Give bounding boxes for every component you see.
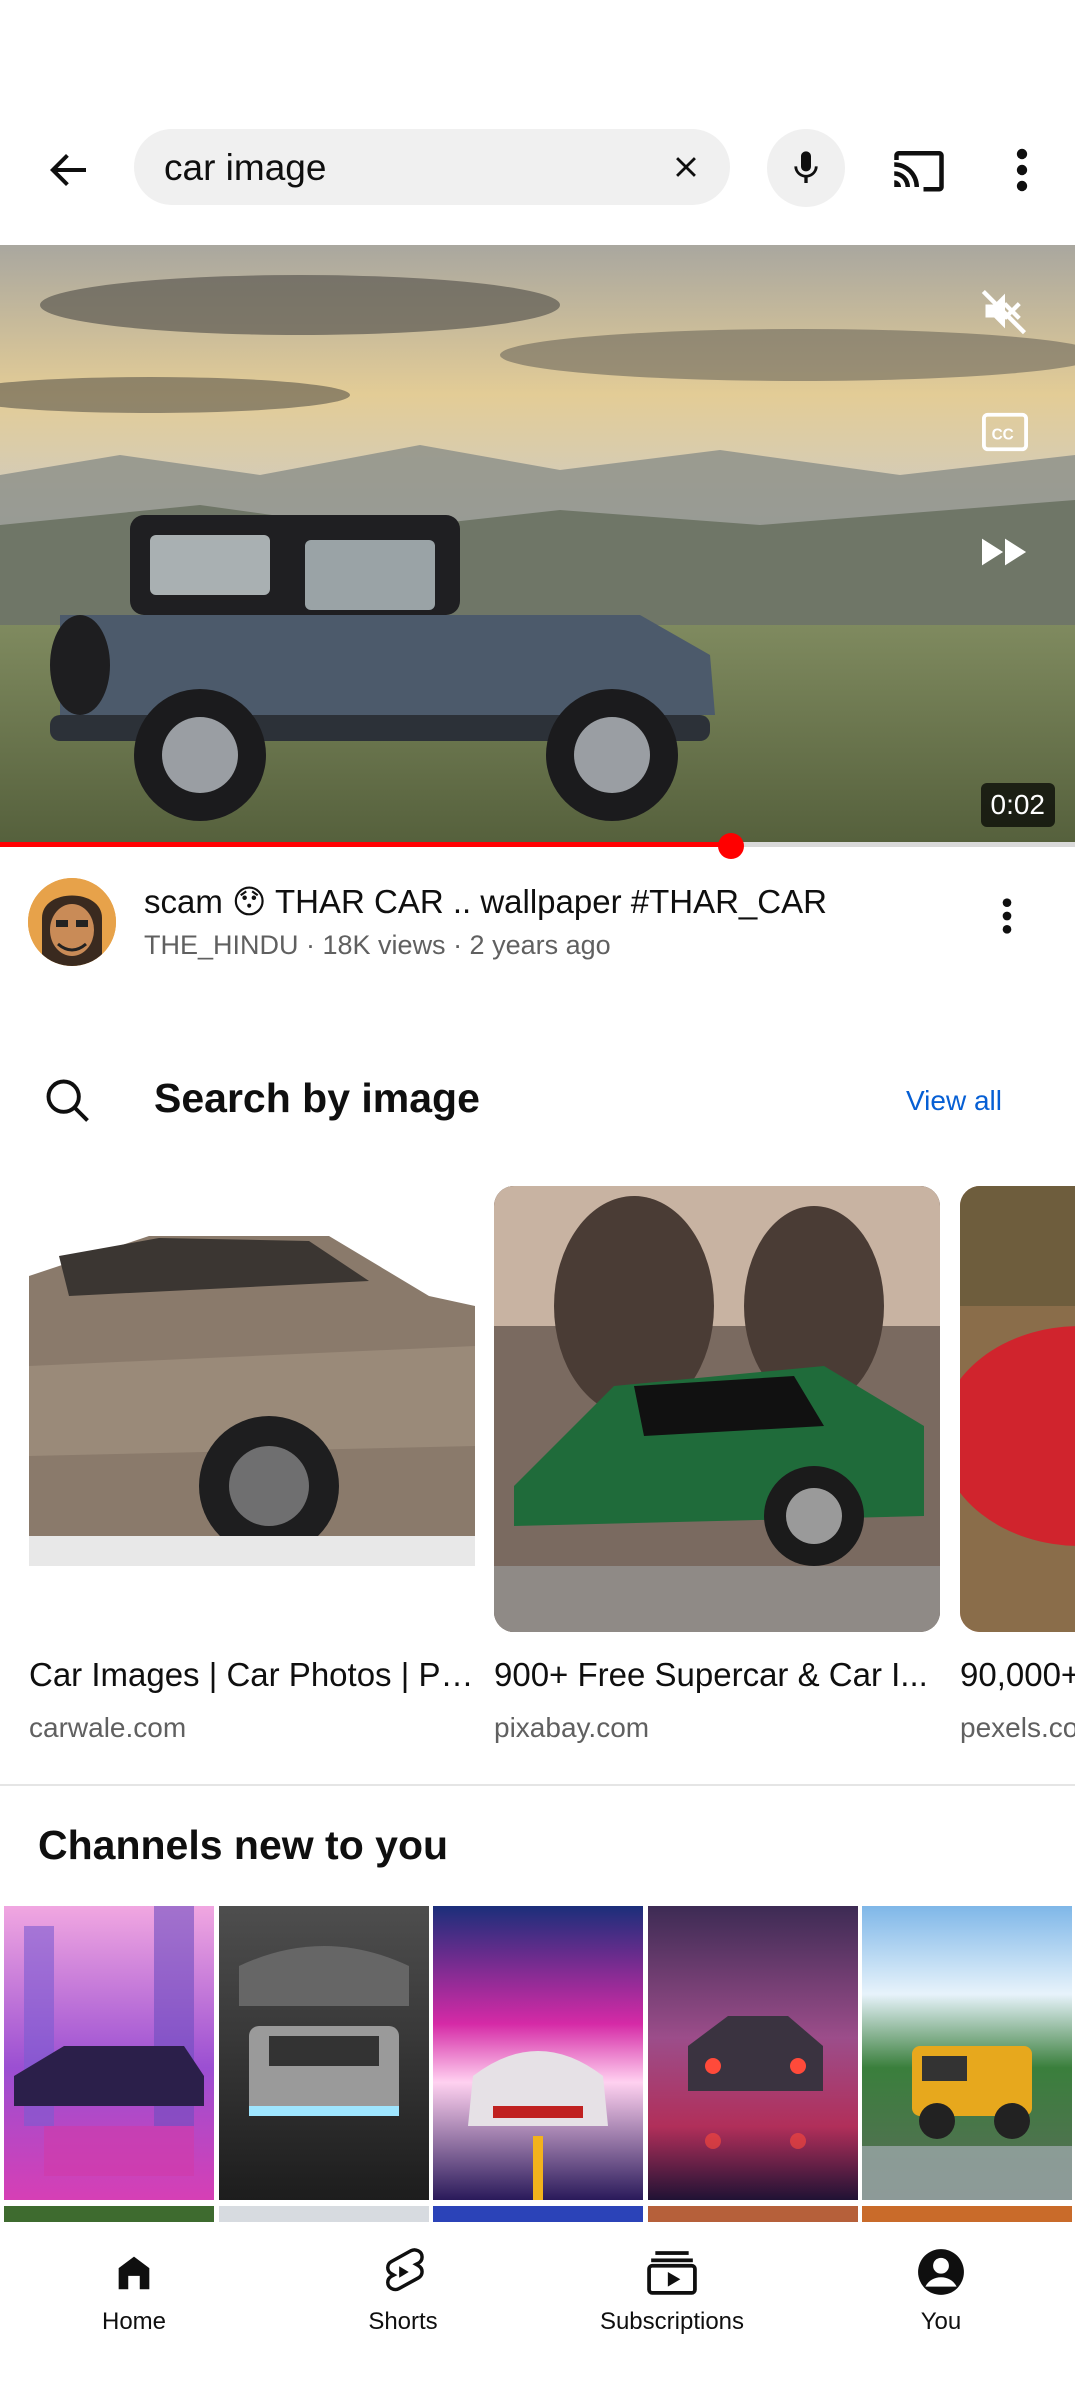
back-arrow-icon (50, 154, 86, 186)
channel-avatar[interactable] (28, 878, 116, 966)
view-all-link[interactable]: View all (906, 1085, 1002, 1117)
image-result-card[interactable]: 900+ Free Supercar & Car I... pixabay.co… (494, 1186, 940, 1743)
microphone-icon (794, 151, 818, 183)
search-icon (46, 1079, 89, 1122)
image-result-source: carwale.com (29, 1712, 187, 1743)
close-icon (676, 157, 696, 177)
image-result-title: Car Images | Car Photos | Pi... (29, 1656, 475, 1693)
video-more-button[interactable] (992, 886, 1022, 946)
svg-text:CC: CC (992, 427, 1014, 444)
channels-section-title: Channels new to you (38, 1822, 449, 1868)
nav-shorts[interactable]: Shorts (303, 2236, 503, 2346)
vertical-dots-icon (1002, 898, 1012, 934)
bottom-navigation: Home Shorts Subscriptions You (0, 2222, 1075, 2393)
suv-image (29, 1236, 475, 1566)
image-result-title: 900+ Free Supercar & Car I... (494, 1656, 928, 1693)
closed-captions-icon: CC (982, 412, 1028, 452)
channel-tile[interactable] (648, 1906, 858, 2200)
vertical-dots-icon (1016, 148, 1028, 192)
channel-tile[interactable] (4, 1906, 214, 2200)
video-channel-line: THE_HINDU · 18K views · 2 years ago (144, 930, 611, 960)
image-result-thumbnail (29, 1186, 475, 1632)
image-result-source: pexels.co (960, 1712, 1075, 1743)
channel-tile[interactable] (862, 1906, 1072, 2200)
clear-search-button[interactable] (664, 145, 708, 189)
image-result-card[interactable]: Car Images | Car Photos | Pi... carwale.… (29, 1186, 475, 1743)
image-result-thumbnail (960, 1186, 1075, 1632)
home-icon (108, 2246, 160, 2298)
skip-forward-button[interactable] (978, 525, 1032, 579)
image-result-card[interactable]: 90,000+ pexels.co (960, 1186, 1075, 1743)
video-thumbnail-player[interactable]: CC 0:02 (0, 245, 1075, 845)
captions-button[interactable]: CC (978, 405, 1032, 459)
nav-you[interactable]: You (841, 2236, 1041, 2346)
search-query-text: car image (164, 147, 327, 188)
search-by-image-header: Search by image View all (0, 1055, 1075, 1145)
more-options-button[interactable] (1002, 140, 1042, 200)
red-car-image (960, 1186, 1075, 1632)
neon-car-thumbnail (14, 1906, 204, 2176)
cartoon-face-avatar (28, 878, 116, 966)
shorts-icon (377, 2246, 429, 2298)
green-supercar-image (494, 1186, 940, 1632)
duration-badge: 0:02 (980, 783, 1055, 827)
account-icon (915, 2246, 967, 2298)
cast-icon (894, 151, 944, 192)
subscriptions-icon (646, 2246, 698, 2298)
image-result-thumbnail (494, 1186, 940, 1632)
night-car-thumbnail (688, 2016, 823, 2149)
nav-label: Subscriptions (599, 2308, 745, 2335)
video-title[interactable]: scam 😯 THAR CAR .. wallpaper #THAR_CAR (144, 882, 827, 921)
mute-button[interactable] (975, 281, 1035, 341)
youtube-search-results: car image CC 0:02 scam 😯 THAR CAR .. wal… (0, 0, 1075, 2393)
porsche-thumbnail (468, 2051, 608, 2200)
video-meta[interactable]: scam 😯 THAR CAR .. wallpaper #THAR_CAR T… (0, 860, 1075, 990)
image-result-source: pixabay.com (494, 1712, 650, 1743)
cast-button[interactable] (891, 144, 947, 194)
fast-forward-icon (982, 538, 1027, 566)
nav-label: Shorts (368, 2308, 438, 2335)
channel-tile[interactable] (433, 1906, 643, 2200)
search-input[interactable]: car image (134, 129, 730, 205)
suv-thumbnail (239, 1946, 409, 2116)
image-result-title: 90,000+ (960, 1656, 1075, 1693)
progress-fill (0, 842, 731, 847)
volume-off-icon (981, 289, 1027, 335)
top-app-bar: car image (0, 110, 1075, 220)
voice-search-button[interactable] (767, 129, 845, 207)
section-divider (0, 1784, 1075, 1786)
thar-jeep-scene (0, 245, 1075, 845)
back-button[interactable] (38, 140, 98, 200)
offroad-jeep-thumbnail (862, 2046, 1072, 2200)
progress-scrubber[interactable] (718, 833, 744, 859)
nav-home[interactable]: Home (34, 2236, 234, 2346)
channel-tile[interactable] (219, 1906, 429, 2200)
nav-subscriptions[interactable]: Subscriptions (572, 2236, 772, 2346)
nav-label: Home (101, 2308, 167, 2335)
section-title: Search by image (154, 1075, 480, 1121)
nav-label: You (920, 2308, 962, 2335)
